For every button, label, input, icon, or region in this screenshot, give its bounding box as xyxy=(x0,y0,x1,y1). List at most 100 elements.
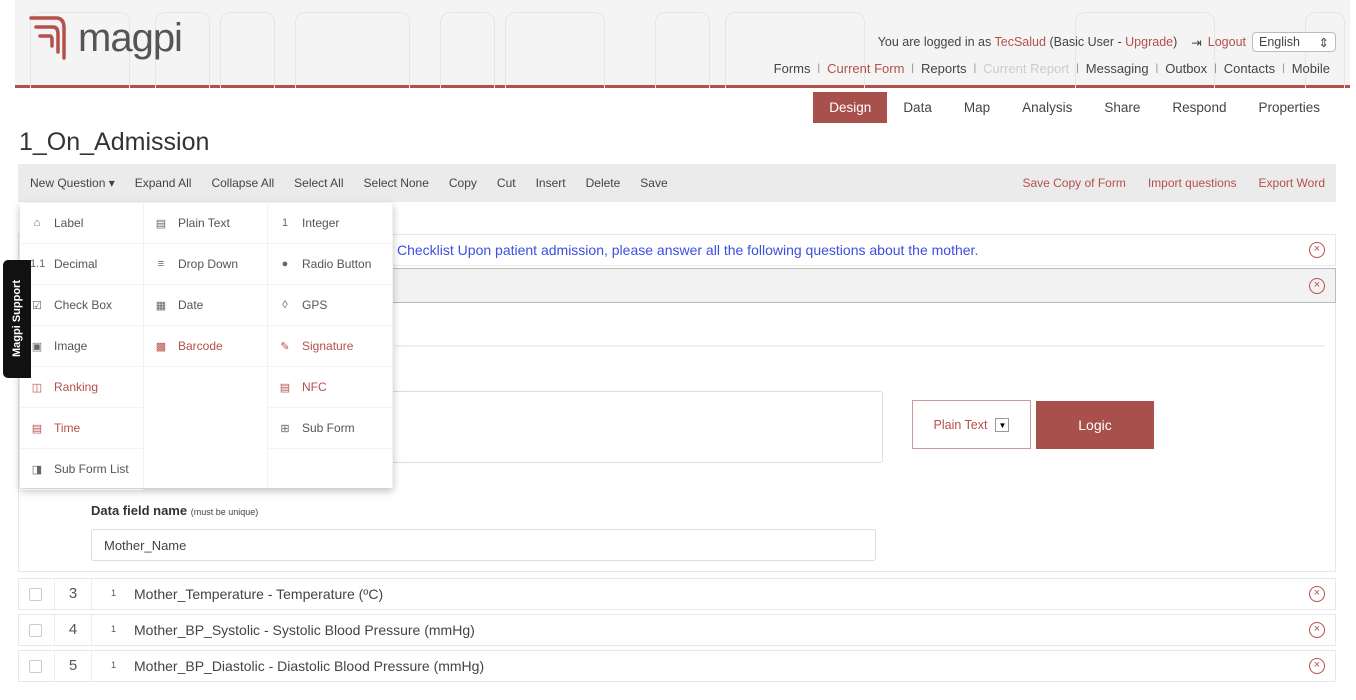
menu-item-signature[interactable]: ✎ Signature xyxy=(268,326,392,367)
nav-mobile[interactable]: Mobile xyxy=(1285,61,1337,77)
nav-forms[interactable]: Forms xyxy=(767,61,818,77)
form-tabs: Design Data Map Analysis Share Respond Propert… xyxy=(813,92,1336,123)
row-checkbox[interactable] xyxy=(29,660,42,673)
copy-button[interactable]: Copy xyxy=(439,176,487,190)
row-checkbox[interactable] xyxy=(29,624,42,637)
menu-item-gps[interactable]: ◊ GPS xyxy=(268,285,392,326)
delete-button[interactable]: Delete xyxy=(576,176,631,190)
type-value: Plain Text xyxy=(933,417,988,432)
integer-icon: 1 xyxy=(111,624,117,634)
label-question-text: Checklist Upon patient admission, please… xyxy=(397,242,979,258)
tab-design[interactable]: Design xyxy=(813,92,888,123)
question-row[interactable]: 4 1 Mother_BP_Systolic - Systolic Blood Pr… xyxy=(18,614,1336,646)
decimal-icon: 1.1 xyxy=(30,258,46,270)
insert-button[interactable]: Insert xyxy=(526,176,576,190)
question-text: Mother_BP_Systolic - Systolic Blood Pres… xyxy=(134,622,475,638)
menu-item-image[interactable]: ▣ Image xyxy=(20,326,143,367)
calendar-icon: ▦ xyxy=(155,299,167,312)
logout-icon[interactable]: ⇥ xyxy=(1191,35,1201,50)
data-field-label: Data field name (must be unique) xyxy=(91,503,258,518)
select-all-button[interactable]: Select All xyxy=(284,176,353,190)
save-button[interactable]: Save xyxy=(630,176,677,190)
top-nav: Forms | Current Form | Reports | Current Repor… xyxy=(767,61,1337,77)
menu-item-sub-form[interactable]: ⊞ Sub Form xyxy=(268,408,392,449)
upgrade-link[interactable]: Upgrade xyxy=(1125,35,1173,49)
language-select[interactable]: English ⇕ xyxy=(1252,32,1336,52)
menu-item-plain-text[interactable]: ▤ Plain Text xyxy=(144,203,267,244)
menu-item-label: Label xyxy=(54,216,84,230)
new-question-button[interactable]: New Question ▾ xyxy=(18,176,125,190)
plan-label: (Basic User - xyxy=(1049,35,1122,49)
menu-item-drop-down[interactable]: ≡ Drop Down xyxy=(144,244,267,285)
tab-respond[interactable]: Respond xyxy=(1156,92,1242,123)
menu-item-integer[interactable]: 1 Integer xyxy=(268,203,392,244)
question-number: 4 xyxy=(54,615,92,645)
menu-item-label: Decimal xyxy=(54,257,98,271)
ranking-icon: ◫ xyxy=(31,381,43,394)
question-row[interactable]: 3 1 Mother_Temperature - Temperature (ºC) × xyxy=(18,578,1336,610)
question-text-area[interactable] xyxy=(360,391,883,463)
menu-item-time[interactable]: ▤ Time xyxy=(20,408,143,449)
question-type-select[interactable]: Plain Text ▼ xyxy=(912,400,1031,449)
nav-reports[interactable]: Reports xyxy=(914,61,974,77)
tab-properties[interactable]: Properties xyxy=(1242,92,1336,123)
integer-icon: 1 xyxy=(281,217,289,229)
row-checkbox[interactable] xyxy=(29,588,42,601)
delete-icon[interactable]: × xyxy=(1309,658,1325,674)
menu-item-radio-button[interactable]: ● Radio Button xyxy=(268,244,392,285)
user-info: You are logged in as TecSalud (Basic Use… xyxy=(878,32,1336,52)
tab-map[interactable]: Map xyxy=(948,92,1006,123)
menu-item-label[interactable]: ⌂ Label xyxy=(20,203,143,244)
nav-current-form[interactable]: Current Form xyxy=(820,61,911,77)
menu-item-date[interactable]: ▦ Date xyxy=(144,285,267,326)
cut-button[interactable]: Cut xyxy=(487,176,526,190)
expand-all-button[interactable]: Expand All xyxy=(125,176,202,190)
menu-column: ▤ Plain Text ≡ Drop Down ▦ Date ▩ Barcode xyxy=(144,203,268,488)
tab-data[interactable]: Data xyxy=(887,92,948,123)
question-text: Mother_Temperature - Temperature (ºC) xyxy=(134,586,384,602)
logic-button[interactable]: Logic xyxy=(1036,401,1154,449)
menu-item-nfc[interactable]: ▤ NFC xyxy=(268,367,392,408)
delete-icon[interactable]: × xyxy=(1309,622,1325,638)
delete-icon[interactable]: × xyxy=(1309,586,1325,602)
menu-item-label: Date xyxy=(178,298,204,312)
delete-icon[interactable]: × xyxy=(1309,242,1325,258)
question-row[interactable]: 5 1 Mother_BP_Diastolic - Diastolic Blood … xyxy=(18,650,1336,682)
select-none-button[interactable]: Select None xyxy=(354,176,439,190)
menu-item-label: NFC xyxy=(302,380,327,394)
collapse-all-button[interactable]: Collapse All xyxy=(201,176,284,190)
data-field-input[interactable]: Mother_Name xyxy=(91,529,876,561)
logout-link[interactable]: Logout xyxy=(1208,35,1246,49)
menu-item-barcode[interactable]: ▩ Barcode xyxy=(144,326,267,367)
tab-analysis[interactable]: Analysis xyxy=(1006,92,1088,123)
menu-item-sub-form-list[interactable]: ◨ Sub Form List xyxy=(20,449,143,490)
nfc-icon: ▤ xyxy=(279,381,291,394)
question-number: 3 xyxy=(54,579,92,609)
plan-close: ) xyxy=(1173,35,1178,49)
export-word-button[interactable]: Export Word xyxy=(1248,176,1336,190)
magpi-logo[interactable]: magpi xyxy=(28,14,183,62)
nav-contacts[interactable]: Contacts xyxy=(1217,61,1282,77)
integer-icon: 1 xyxy=(111,588,117,598)
menu-item-label: GPS xyxy=(302,298,328,312)
signature-icon: ✎ xyxy=(280,340,290,353)
magpi-support-tab[interactable]: Magpi Support xyxy=(3,260,31,378)
new-question-menu: ⌂ Label 1.1 Decimal ☑ Check Box ▣ Image ◫ Ranking… xyxy=(20,203,393,490)
subform-list-icon: ◨ xyxy=(31,463,43,476)
menu-item-label: Check Box xyxy=(54,298,113,312)
tab-share[interactable]: Share xyxy=(1088,92,1156,123)
page-title: 1_On_Admission xyxy=(19,128,210,156)
nav-outbox[interactable]: Outbox xyxy=(1158,61,1214,77)
username-link[interactable]: TecSalud xyxy=(995,35,1046,49)
menu-item-label: Ranking xyxy=(54,380,99,394)
save-copy-of-form-button[interactable]: Save Copy of Form xyxy=(1011,176,1136,190)
menu-item-label: Integer xyxy=(302,216,340,230)
caret-down-icon: ▼ xyxy=(995,417,1010,432)
menu-item-check-box[interactable]: ☑ Check Box xyxy=(20,285,143,326)
delete-icon[interactable]: × xyxy=(1309,277,1325,294)
menu-item-decimal[interactable]: 1.1 Decimal xyxy=(20,244,143,285)
nav-messaging[interactable]: Messaging xyxy=(1079,61,1156,77)
import-questions-button[interactable]: Import questions xyxy=(1137,176,1248,190)
tag-icon: ⌂ xyxy=(33,217,41,229)
menu-item-ranking[interactable]: ◫ Ranking xyxy=(20,367,143,408)
